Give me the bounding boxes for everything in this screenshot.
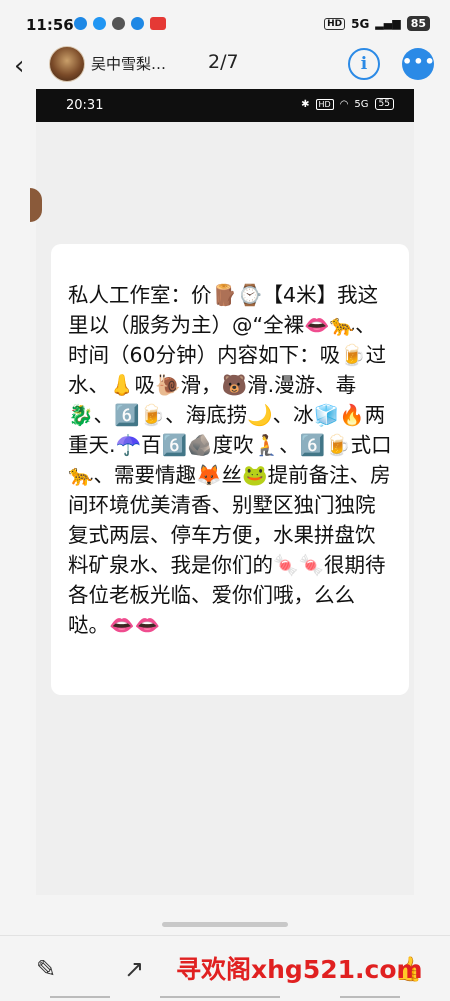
embedded-chat-area: 私人工作室：价🪵⌚【4米】我这里以（服务为主）@“全裸👄🐆、时间（60分钟）内容… bbox=[30, 122, 414, 895]
toolbar-divider bbox=[340, 996, 400, 998]
message-text: 私人工作室：价🪵⌚【4米】我这里以（服务为主）@“全裸👄🐆、时间（60分钟）内容… bbox=[68, 283, 392, 637]
viewer-header: ‹ 吴中雪梨… 2/7 i ••• bbox=[0, 45, 450, 87]
back-icon[interactable]: ‹ bbox=[14, 53, 40, 79]
bluetooth-icon: ✱ bbox=[301, 98, 310, 110]
status-time: 11:56 bbox=[26, 16, 74, 34]
app-notification-icon bbox=[131, 17, 144, 30]
screenshot-image: 20:31 ✱ HD ◠ 5G 55 私人工作室：价🪵⌚【4米】我这里以（服务为… bbox=[30, 89, 414, 895]
hd-icon: HD bbox=[324, 17, 346, 30]
toolbar-divider bbox=[50, 996, 110, 998]
page-indicator: 2/7 bbox=[208, 51, 239, 73]
signal-icon: 5G bbox=[354, 98, 369, 110]
signal-bars-icon: ▂▄▆ bbox=[375, 17, 401, 30]
toolbar-divider bbox=[160, 996, 280, 998]
share-icon[interactable]: ↗ bbox=[119, 954, 149, 984]
battery-icon: 85 bbox=[406, 16, 430, 31]
app-notification-icon bbox=[74, 17, 87, 30]
more-button[interactable]: ••• bbox=[402, 48, 435, 80]
home-indicator bbox=[162, 922, 288, 927]
info-button[interactable]: i bbox=[348, 48, 380, 80]
status-right: HD 5G ▂▄▆ 85 bbox=[324, 16, 430, 31]
signal-icon: 5G bbox=[351, 16, 370, 31]
sender-avatar bbox=[30, 188, 42, 222]
message-bubble: 私人工作室：价🪵⌚【4米】我这里以（服务为主）@“全裸👄🐆、时间（60分钟）内容… bbox=[51, 244, 409, 695]
watermark: 寻欢阁xhg521.com bbox=[176, 955, 423, 984]
embedded-status-bar: 20:31 ✱ HD ◠ 5G 55 bbox=[36, 89, 414, 122]
chat-notification-icon bbox=[112, 17, 125, 30]
wifi-icon: ◠ bbox=[339, 98, 349, 110]
status-bar: 11:56 HD 5G ▂▄▆ 85 bbox=[0, 0, 450, 50]
hd-icon: HD bbox=[315, 98, 334, 110]
contact-name[interactable]: 吴中雪梨… bbox=[91, 53, 166, 74]
notification-icons bbox=[74, 17, 166, 30]
avatar[interactable] bbox=[49, 46, 85, 82]
battery-icon: 55 bbox=[374, 98, 394, 110]
app-notification-icon bbox=[150, 17, 166, 30]
embedded-status-right: ✱ HD ◠ 5G 55 bbox=[301, 98, 394, 110]
app-notification-icon bbox=[93, 17, 106, 30]
embedded-time: 20:31 bbox=[66, 98, 104, 113]
pencil-icon[interactable]: ✎ bbox=[31, 954, 61, 984]
